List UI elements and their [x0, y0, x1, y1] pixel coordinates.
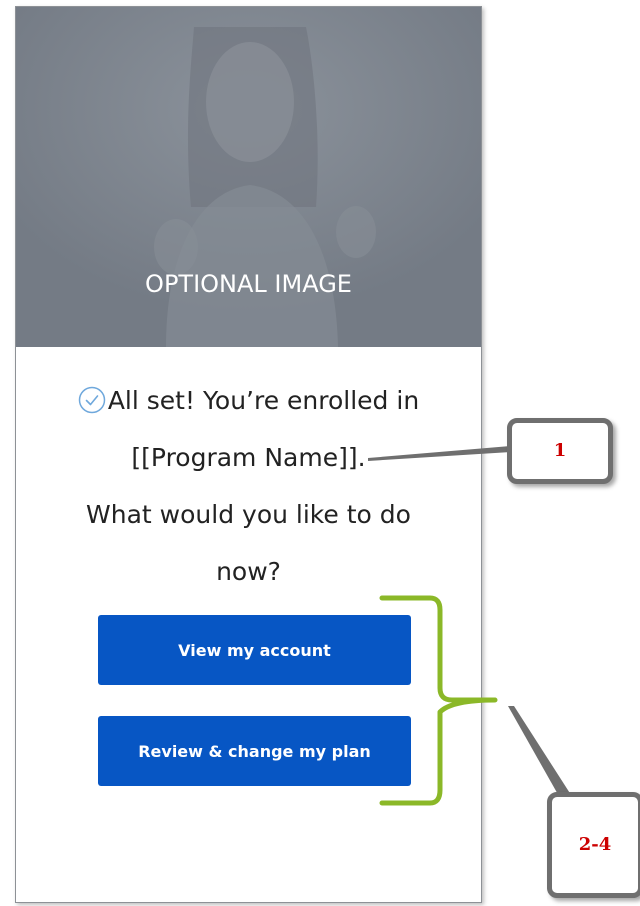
phone-screen: OPTIONAL IMAGE All set! You’re enrolled …	[15, 6, 482, 903]
message-line-4: now?	[216, 557, 281, 586]
optional-image-label: OPTIONAL IMAGE	[145, 270, 352, 298]
annotation-callout-2-4: 2-4	[547, 792, 640, 898]
optional-image-placeholder: OPTIONAL IMAGE	[16, 7, 481, 347]
message-line-2: [[Program Name]].	[131, 443, 366, 472]
annotation-callout-1: 1	[507, 418, 613, 484]
callout-2-pointer	[508, 706, 573, 798]
message-line-1: All set! You’re enrolled in	[16, 372, 481, 429]
enrollment-confirmation-message: All set! You’re enrolled in [[Program Na…	[16, 372, 481, 600]
message-text-line-1: All set! You’re enrolled in	[107, 386, 420, 415]
review-change-plan-button[interactable]: Review & change my plan	[98, 716, 411, 786]
view-my-account-button[interactable]: View my account	[98, 615, 411, 685]
message-line-3: What would you like to do	[86, 500, 411, 529]
check-circle-icon	[78, 386, 106, 414]
